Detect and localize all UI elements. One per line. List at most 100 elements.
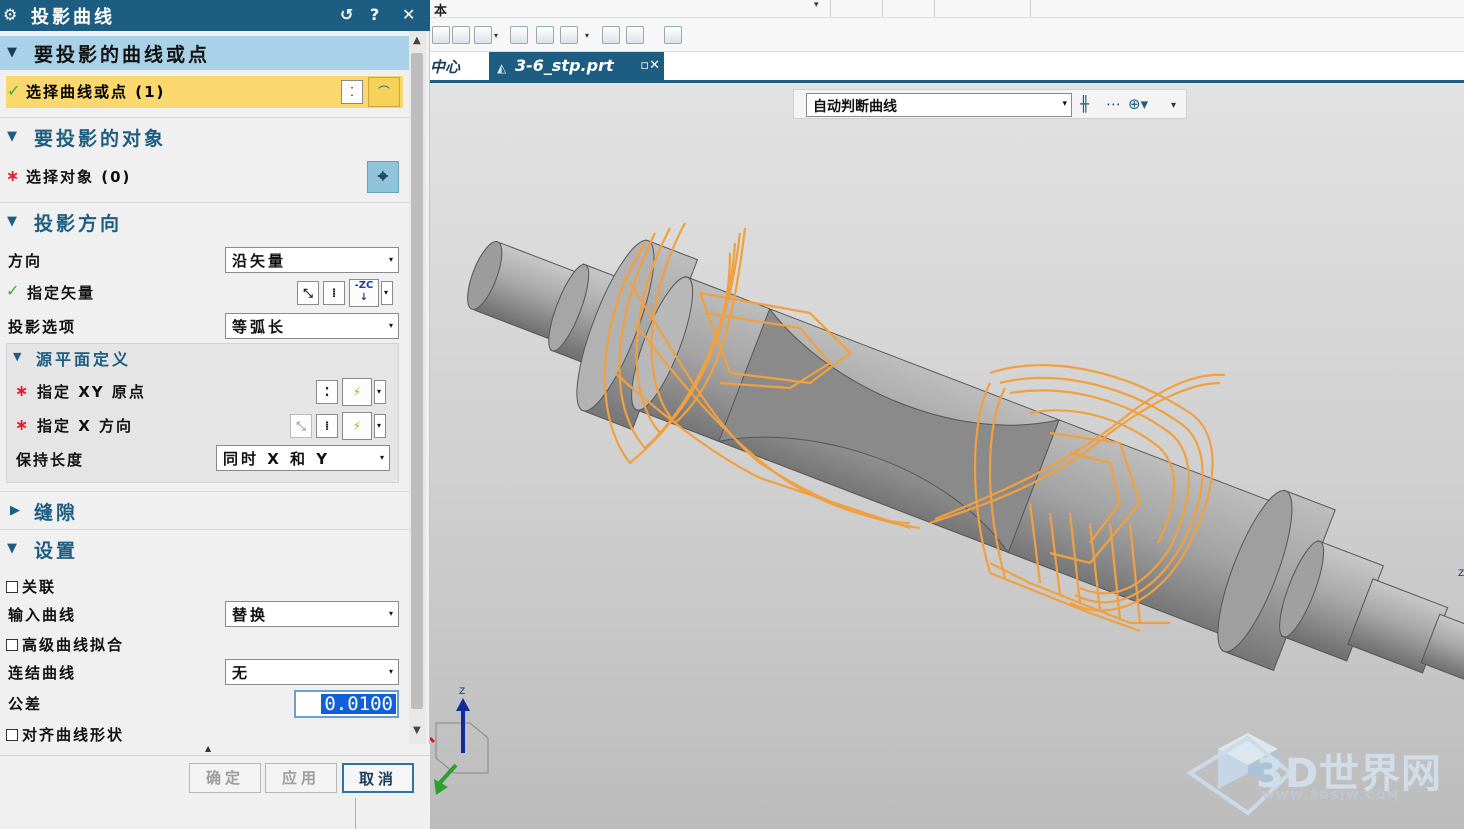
scroll-down-icon[interactable]: ▼: [413, 725, 421, 736]
vector-dialog-icon[interactable]: ⁞: [323, 281, 345, 305]
minus-zc-vector-icon[interactable]: -ZC ↓: [349, 279, 379, 307]
reverse-direction-icon[interactable]: ⤡: [297, 281, 319, 305]
x-direction-row: ∗ 指定 X 方向 ⤡ ⁞ ⚡ ▾: [7, 410, 398, 440]
chevron-down-icon: ▾: [388, 255, 393, 264]
point-dropdown-caret-icon[interactable]: ▾: [374, 380, 386, 404]
tab-close-icon[interactable]: ▫✕: [640, 58, 660, 73]
select-curves-row[interactable]: ✓ 选择曲线或点 (1) ⁚ ⌒: [6, 76, 403, 108]
scroll-up-icon[interactable]: ▲: [413, 35, 421, 46]
ribbon-separator: [1030, 0, 1031, 17]
collapse-footer-icon[interactable]: ▲: [205, 744, 211, 753]
layer-icon[interactable]: [664, 26, 682, 44]
section-gap-title: 缝隙: [34, 502, 79, 524]
snap-point-icon[interactable]: ⊕▾: [1128, 95, 1148, 113]
section-direction-header[interactable]: ▼ 投影方向: [0, 205, 409, 239]
check-icon: ✓: [6, 281, 22, 300]
source-plane-header[interactable]: ▼ 源平面定义: [7, 344, 398, 372]
vector-dropdown-caret-icon[interactable]: ▾: [374, 414, 386, 438]
infer-point-icon[interactable]: ⚡: [342, 378, 372, 406]
point-move-caret-icon[interactable]: ▾: [585, 31, 589, 40]
apply-button[interactable]: 应用: [265, 763, 337, 793]
ribbon-top-strip: 本 ▾: [430, 0, 1464, 19]
align-shape-row[interactable]: 对齐曲线形状: [0, 719, 409, 744]
ribbon-dropdown-caret[interactable]: ▾: [814, 0, 819, 10]
more-options-icon[interactable]: ⋯: [1106, 95, 1121, 113]
section-curves-header[interactable]: ▼ 要投影的曲线或点: [0, 36, 409, 70]
vector-dialog-icon[interactable]: ⁞: [316, 414, 338, 438]
input-curve-dropdown[interactable]: 替换 ▾: [225, 601, 399, 627]
view-z-label: Z: [1458, 569, 1464, 579]
selbar-overflow-icon[interactable]: ▾: [1171, 100, 1176, 111]
tab-active-part-label: 3-6_stp.prt: [515, 56, 614, 75]
direction-label: 方向: [8, 252, 43, 270]
required-star-icon: ∗: [15, 381, 31, 400]
scroll-thumb[interactable]: [411, 53, 423, 709]
join-curves-value: 无: [232, 664, 251, 682]
collapse-triangle-icon: ▼: [7, 45, 17, 60]
keep-length-dropdown[interactable]: 同时 X 和 Y ▾: [216, 445, 390, 471]
section-objects-title: 要投影的对象: [34, 128, 167, 150]
curve-rule-dropdown[interactable]: 自动判断曲线 ▾: [806, 93, 1072, 117]
edit-curve-icon[interactable]: [432, 26, 450, 44]
associative-row[interactable]: 关联: [0, 571, 409, 601]
snap-view-icon[interactable]: [510, 26, 528, 44]
join-curves-dropdown[interactable]: 无 ▾: [225, 659, 399, 685]
direction-dropdown[interactable]: 沿矢量 ▾: [225, 247, 399, 273]
add-body-icon[interactable]: [536, 26, 554, 44]
align-shape-checkbox[interactable]: [6, 729, 18, 741]
stop-at-intersection-icon[interactable]: ╫: [1080, 95, 1089, 113]
chevron-down-icon: ▾: [388, 321, 393, 330]
point-dialog-icon[interactable]: ⁚: [316, 380, 338, 404]
chevron-down-icon: ▾: [1062, 99, 1067, 109]
box-icon[interactable]: [626, 26, 644, 44]
section-settings-header[interactable]: ▼ 设置: [0, 532, 409, 566]
reverse-direction-icon[interactable]: ⤡: [290, 414, 312, 438]
section-gap-header[interactable]: ▶ 缝隙: [0, 494, 409, 528]
point-dialog-icon[interactable]: ⁚: [341, 80, 363, 104]
advanced-fit-row[interactable]: 高级曲线拟合: [0, 629, 409, 659]
join-curves-row: 连结曲线 无 ▾: [0, 657, 409, 687]
crosshair-icon[interactable]: ⌖: [367, 161, 399, 193]
help-icon[interactable]: ?: [370, 5, 379, 24]
shaded-box-icon[interactable]: [602, 26, 620, 44]
gear-icon[interactable]: ⚙: [3, 5, 17, 24]
section-settings-title: 设置: [34, 540, 79, 562]
point-move-icon[interactable]: [560, 26, 578, 44]
input-curve-value: 替换: [232, 606, 269, 624]
quick-toolbar: ▾ ▾: [430, 19, 1464, 52]
graphics-viewport[interactable]: Z Z 自动判断曲线 ▾ ╫ ⋯ ⊕▾ ▾ 3D世界网 WWW.3DSJW.CO…: [430, 83, 1464, 829]
select-curves-label: 选择曲线或点 (1): [26, 83, 166, 101]
cancel-button[interactable]: 取消: [342, 763, 414, 793]
projection-option-label: 投影选项: [8, 318, 77, 336]
tab-active-part[interactable]: ◭ 3-6_stp.prt ▫✕: [489, 52, 664, 83]
infer-vector-icon[interactable]: ⚡: [342, 412, 372, 440]
projection-option-dropdown[interactable]: 等弧长 ▾: [225, 313, 399, 339]
direction-value: 沿矢量: [232, 252, 287, 270]
collapse-triangle-icon: ▼: [7, 541, 17, 556]
projection-option-row: 投影选项 等弧长 ▾: [0, 311, 409, 341]
join-curves-label: 连结曲线: [8, 664, 77, 682]
link-icon[interactable]: [452, 26, 470, 44]
nx-application: 本 ▾ ▾ ▾ 中心 ◭ 3-6_stp.prt ▫✕ Z Z 自动判断曲线 ▾…: [430, 0, 1464, 829]
copy-object-icon[interactable]: [474, 26, 492, 44]
reset-icon[interactable]: ↺: [340, 5, 353, 24]
ok-button[interactable]: 确定: [189, 763, 261, 793]
close-icon[interactable]: ✕: [402, 5, 415, 24]
dialog-scrollbar[interactable]: ▲ ▼: [409, 31, 426, 744]
vector-dropdown-caret-icon[interactable]: ▾: [381, 281, 393, 305]
select-objects-row[interactable]: ∗ 选择对象 (0) ⌖: [0, 161, 409, 193]
associative-checkbox[interactable]: [6, 581, 18, 593]
chevron-down-icon: ▾: [379, 453, 384, 462]
copy-object-caret-icon[interactable]: ▾: [494, 31, 498, 40]
advanced-fit-checkbox[interactable]: [6, 639, 18, 651]
document-tab-bar: 中心 ◭ 3-6_stp.prt ▫✕: [430, 52, 1464, 83]
ribbon-fragment-label: 本: [434, 4, 448, 19]
curve-select-icon[interactable]: ⌒: [368, 77, 400, 107]
source-plane-group: ▼ 源平面定义 ∗ 指定 XY 原点 ⁚ ⚡ ▾ ∗ 指定 X 方向 ⤡ ⁞ ⚡…: [6, 343, 399, 483]
associative-label: 关联: [22, 578, 57, 596]
tab-resource-center[interactable]: 中心: [430, 56, 460, 77]
tolerance-input[interactable]: 0.0100: [294, 690, 399, 718]
xy-origin-label: 指定 XY 原点: [37, 383, 146, 401]
section-objects-header[interactable]: ▼ 要投影的对象: [0, 120, 409, 154]
coordinate-triad: [430, 698, 489, 795]
